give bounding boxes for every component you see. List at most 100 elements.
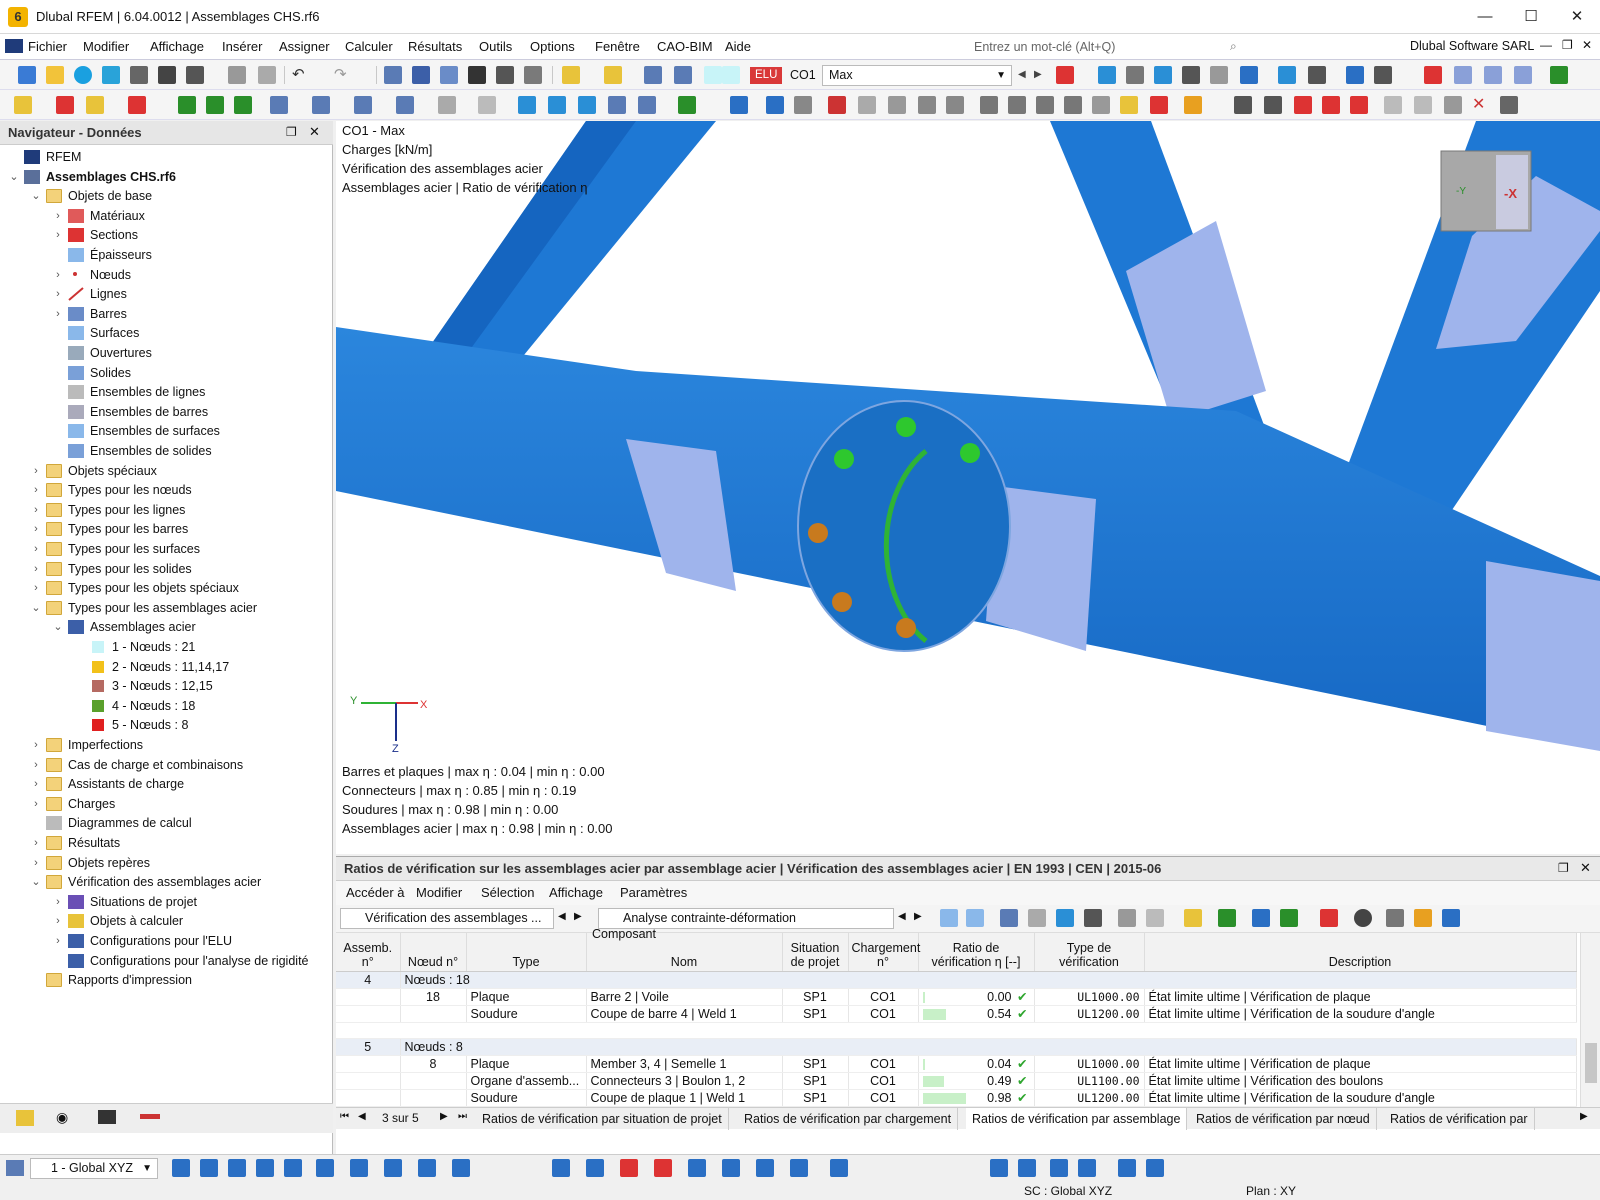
data-tab-icon[interactable] xyxy=(16,1110,34,1126)
curve-icon[interactable] xyxy=(828,96,846,114)
nav-item[interactable]: › Assistants de charge xyxy=(0,774,333,794)
nav-item[interactable]: Ensembles de barres xyxy=(0,402,333,422)
guideline-icon[interactable] xyxy=(1050,1159,1068,1177)
new-file-icon[interactable] xyxy=(18,66,36,84)
description-cell[interactable]: État limite ultime | Vérification de pla… xyxy=(1144,1055,1577,1073)
draw-parabola-icon[interactable] xyxy=(790,1159,808,1177)
clear-selection-icon[interactable] xyxy=(1320,909,1338,927)
collapse-arrow-icon[interactable]: ⌄ xyxy=(8,167,20,187)
nav-item[interactable]: ⌄ Types pour les assemblages acier xyxy=(0,598,333,618)
measure-icon[interactable] xyxy=(946,96,964,114)
align2-icon[interactable] xyxy=(1008,96,1026,114)
next-arrow-icon[interactable]: ▶ xyxy=(1034,66,1052,84)
rotate-icon[interactable] xyxy=(518,96,536,114)
settings-icon[interactable] xyxy=(1500,96,1518,114)
group-assemb-cell[interactable]: 5 xyxy=(336,1038,401,1056)
col-chargement[interactable]: Chargement n° xyxy=(848,933,920,972)
nav-item[interactable]: Solides xyxy=(0,363,333,383)
nav-item[interactable]: › Résultats xyxy=(0,833,333,853)
deformation-icon[interactable] xyxy=(1154,66,1172,84)
nav-item[interactable]: › Nœuds xyxy=(0,265,333,285)
filter-icon[interactable] xyxy=(730,96,748,114)
nav-item[interactable]: Configurations pour l'analyse de rigidit… xyxy=(0,951,333,971)
scrollbar-thumb[interactable] xyxy=(1585,1043,1597,1083)
nav-item[interactable]: ⌄ Objets de base xyxy=(0,186,333,206)
situation-cell[interactable]: SP1 xyxy=(782,1055,849,1073)
nav-item[interactable]: › Types pour les solides xyxy=(0,559,333,579)
plate-filter-icon[interactable] xyxy=(1028,909,1046,927)
table-group-row[interactable]: 5 Nœuds : 8 xyxy=(336,1038,1577,1056)
results-tab-icon[interactable] xyxy=(140,1114,160,1119)
grid-toggle2-icon[interactable] xyxy=(1018,1159,1036,1177)
nav-item[interactable]: › Lignes xyxy=(0,284,333,304)
next-analysis-icon[interactable]: ▶ xyxy=(914,911,922,922)
close-button[interactable]: ✕ xyxy=(1554,0,1600,34)
expand-arrow-icon[interactable]: › xyxy=(30,794,42,814)
situation-cell[interactable]: SP1 xyxy=(782,988,849,1006)
values-filter-icon[interactable] xyxy=(1084,909,1102,927)
chargement-cell[interactable]: CO1 xyxy=(848,1005,919,1023)
plane-icon[interactable] xyxy=(858,96,876,114)
axis-icon[interactable] xyxy=(1346,66,1364,84)
snap-surface-icon[interactable] xyxy=(256,1159,274,1177)
nav-item[interactable]: › Types pour les nœuds xyxy=(0,480,333,500)
table-view2-icon[interactable] xyxy=(1146,909,1164,927)
support2-icon[interactable] xyxy=(206,96,224,114)
menu-affichage[interactable]: Affichage xyxy=(150,39,204,54)
connect-icon[interactable] xyxy=(678,96,696,114)
menu-calculer[interactable]: Calculer xyxy=(345,39,393,54)
print-icon[interactable] xyxy=(186,66,204,84)
snap-distance-icon[interactable] xyxy=(452,1159,470,1177)
select-in-model-icon[interactable] xyxy=(940,909,958,927)
collapse-arrow-icon[interactable]: ⌄ xyxy=(52,617,64,637)
open-file-icon[interactable] xyxy=(46,66,64,84)
col-typeverif[interactable]: Type de vérification xyxy=(1034,933,1145,972)
nom-cell[interactable]: Connecteurs 3 | Boulon 1, 2 xyxy=(586,1072,783,1090)
move-icon[interactable] xyxy=(478,96,496,114)
xxx-values-icon[interactable] xyxy=(1182,66,1200,84)
nav-item[interactable]: 4 - Nœuds : 18 xyxy=(0,696,333,716)
description-cell[interactable]: État limite ultime | Vérification de la … xyxy=(1144,1005,1577,1023)
chargement-cell[interactable]: CO1 xyxy=(848,988,919,1006)
col-description[interactable]: Description xyxy=(1144,933,1577,972)
situation-cell[interactable]: SP1 xyxy=(782,1089,849,1107)
snap-object-icon[interactable] xyxy=(350,1159,368,1177)
cross-icon[interactable]: ✕ xyxy=(1472,96,1490,114)
panel-icon[interactable] xyxy=(440,66,458,84)
highlight-icon[interactable] xyxy=(1120,96,1138,114)
report-icon[interactable] xyxy=(228,66,246,84)
expand-arrow-icon[interactable]: › xyxy=(52,892,64,912)
close-panel-icon[interactable]: ✕ xyxy=(309,124,320,140)
expand-arrow-icon[interactable]: › xyxy=(52,225,64,245)
col-assemb[interactable]: Assemb. n° xyxy=(336,933,401,972)
menu-cao-bim[interactable]: CAO-BIM xyxy=(657,39,713,54)
nav-item[interactable]: › Matériaux xyxy=(0,206,333,226)
panel-restore-icon[interactable]: ❐ xyxy=(1558,861,1569,875)
type-cell[interactable]: Plaque xyxy=(466,1055,587,1073)
next-page-icon[interactable]: ▶ xyxy=(440,1111,448,1122)
ratio-cell[interactable]: 0.54 ✔ xyxy=(918,1005,1035,1023)
pin-panel-icon[interactable]: ❐ xyxy=(286,125,297,139)
noeud-cell[interactable] xyxy=(400,1089,467,1107)
node-tool-icon[interactable] xyxy=(86,96,104,114)
display-results-icon[interactable] xyxy=(1098,66,1116,84)
draw-ellipse-icon[interactable] xyxy=(756,1159,774,1177)
draw-curve-icon[interactable] xyxy=(654,1159,672,1177)
expand-arrow-icon[interactable]: › xyxy=(30,559,42,579)
text-icon[interactable] xyxy=(604,66,622,84)
table-row[interactable]: Soudure Coupe de barre 4 | Weld 1 SP1 CO1 0.… xyxy=(336,1005,1577,1023)
align-icon[interactable] xyxy=(980,96,998,114)
menu-outils[interactable]: Outils xyxy=(479,39,512,54)
nom-cell[interactable]: Coupe de barre 4 | Weld 1 xyxy=(586,1005,783,1023)
nav-item[interactable]: 5 - Nœuds : 8 xyxy=(0,715,333,735)
nav-item[interactable]: Ouvertures xyxy=(0,343,333,363)
app-menu-icon[interactable] xyxy=(5,39,23,53)
assemb-cell[interactable] xyxy=(336,1072,401,1090)
nav-item[interactable]: › Imperfections xyxy=(0,735,333,755)
arrows-icon[interactable] xyxy=(918,96,936,114)
expand-arrow-icon[interactable]: › xyxy=(30,500,42,520)
guideline2-icon[interactable] xyxy=(1078,1159,1096,1177)
draw-helper-icon[interactable] xyxy=(830,1159,848,1177)
snap2-icon[interactable] xyxy=(1294,96,1312,114)
nav-item[interactable]: › Objets repères xyxy=(0,853,333,873)
